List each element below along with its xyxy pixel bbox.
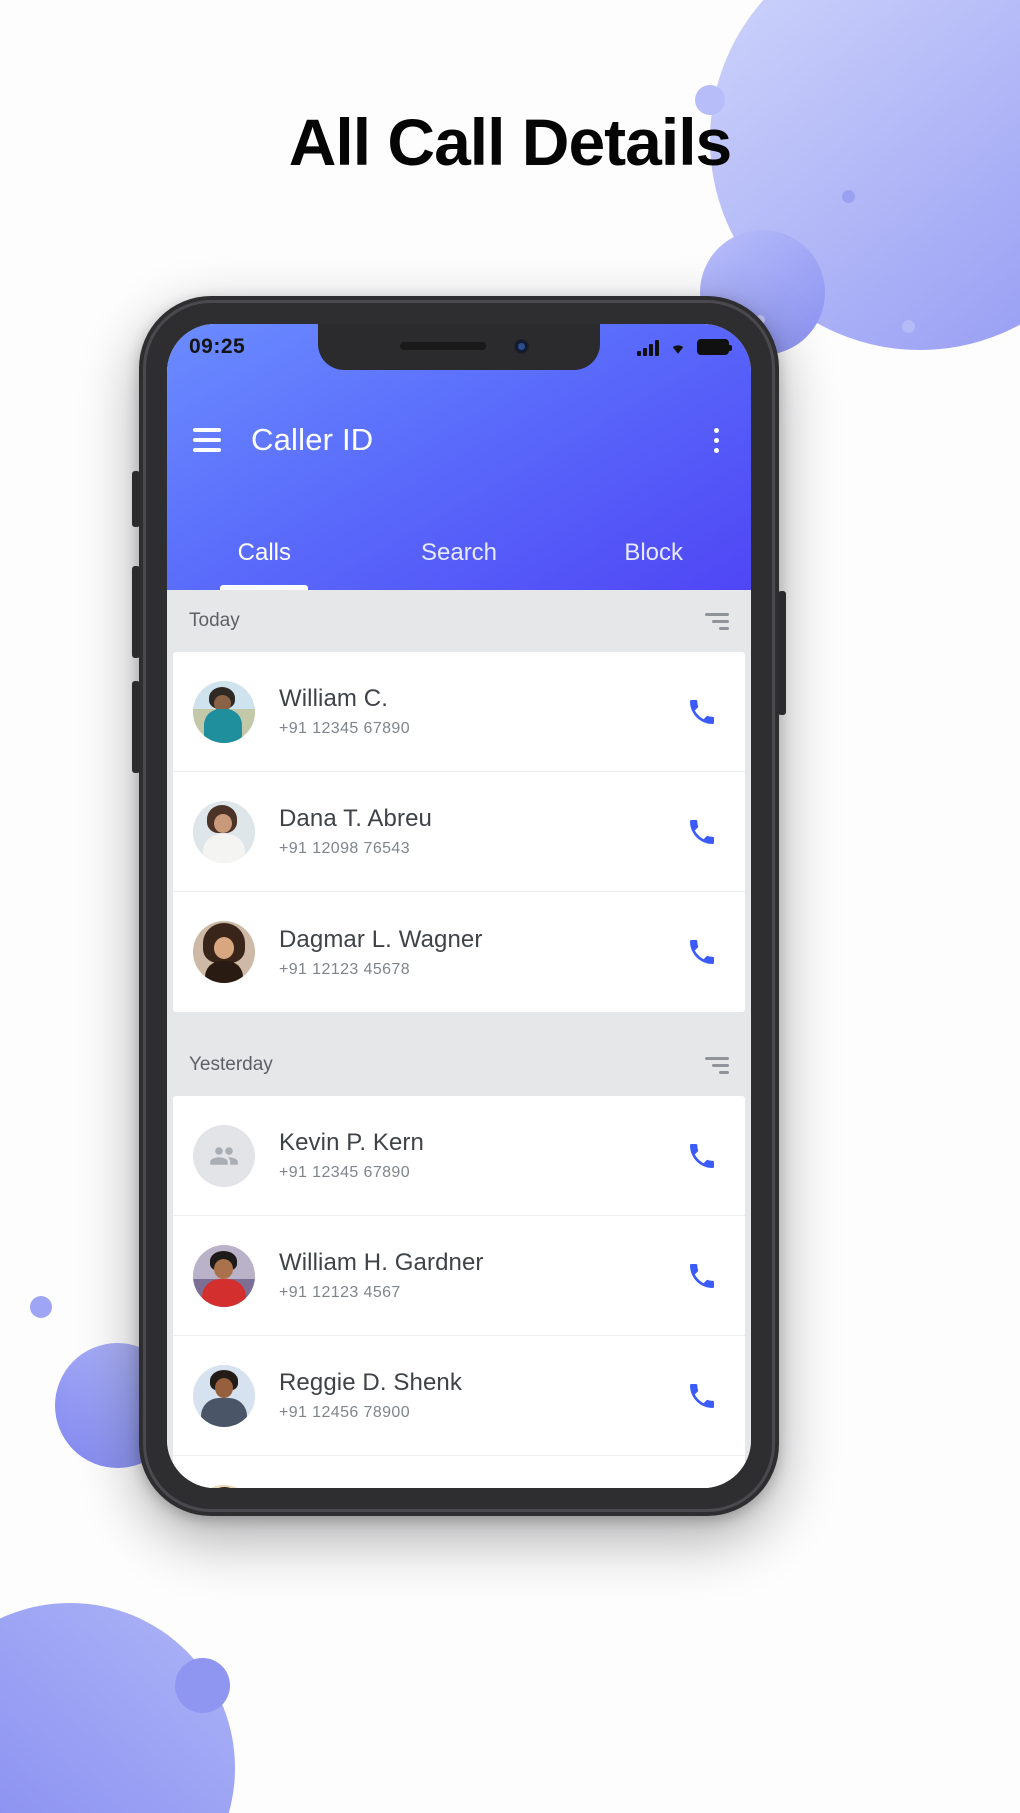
- avatar: [193, 1244, 255, 1307]
- tab-search[interactable]: Search: [362, 516, 557, 590]
- hamburger-menu-icon[interactable]: [193, 428, 221, 452]
- contact-phone: +91 12123 45678: [279, 960, 411, 978]
- tab-bar: Calls Search Block: [167, 516, 751, 590]
- phone-notch: [318, 324, 600, 370]
- phone-volume-up-button: [132, 566, 140, 658]
- decorative-dot-5: [30, 1296, 52, 1318]
- contact-phone: +91 12098 76543: [279, 840, 411, 857]
- table-row[interactable]: Dana T. Abreu +91 12098 76543: [173, 772, 745, 892]
- status-icons: [637, 339, 732, 356]
- contact-name: Kevin P. Kern: [279, 1129, 424, 1156]
- decorative-dot-3: [902, 320, 915, 333]
- contact-meta: William H. Gardner +91 12123 4567: [279, 1249, 679, 1302]
- page-root: All Call Details 09:25 Caller ID Calls S…: [0, 0, 1020, 1813]
- contact-meta: Dana T. Abreu +91 12098 76543: [279, 805, 679, 858]
- app-bar-main: Caller ID: [167, 398, 751, 482]
- sort-filter-icon[interactable]: [705, 1056, 729, 1074]
- contact-phone: +91 12123 4567: [279, 1284, 401, 1301]
- phone-call-icon[interactable]: [679, 1133, 725, 1179]
- avatar: [193, 921, 255, 983]
- wifi-icon: [672, 345, 684, 354]
- contact-card-yesterday: Kevin P. Kern +91 12345 67890 William H.…: [173, 1096, 745, 1488]
- contact-meta: Kevin P. Kern +91 12345 67890: [279, 1129, 679, 1182]
- signal-bars-icon: [637, 339, 659, 356]
- page-title: All Call Details: [288, 105, 733, 179]
- contact-meta: Dagmar L. Wagner +91 12123 45678: [279, 926, 679, 979]
- avatar: [193, 680, 255, 743]
- phone-call-icon[interactable]: [679, 929, 725, 975]
- kebab-menu-icon[interactable]: [708, 422, 725, 459]
- contact-phone: +91 12345 67890: [279, 1164, 411, 1181]
- earpiece-speaker: [400, 342, 486, 350]
- phone-call-icon[interactable]: [679, 1373, 725, 1419]
- phone-call-icon[interactable]: [679, 1253, 725, 1299]
- avatar: [193, 1484, 255, 1488]
- section-header-yesterday: Yesterday: [167, 1034, 751, 1096]
- call-list[interactable]: Today William C. +91 12345 67890 Dana T.…: [167, 590, 751, 1488]
- contact-phone: +91 12345 67890: [279, 720, 411, 737]
- section-title: Today: [189, 610, 240, 631]
- avatar: [193, 1364, 255, 1427]
- contact-card-today: William C. +91 12345 67890 Dana T. Abreu…: [173, 652, 745, 1012]
- tab-block[interactable]: Block: [556, 516, 751, 590]
- status-clock: 09:25: [189, 335, 246, 358]
- front-camera: [514, 339, 529, 354]
- phone-call-icon[interactable]: [679, 689, 725, 735]
- table-row[interactable]: Dagmar L. Wagner +91 12123 45678: [173, 892, 745, 1012]
- table-row[interactable]: Reggie D. Shenk +91 12456 78900: [173, 1336, 745, 1456]
- phone-mockup: 09:25 Caller ID Calls Search Block Today…: [132, 296, 786, 1516]
- phone-side-button: [132, 471, 140, 527]
- phone-power-button: [778, 591, 786, 715]
- contact-name: Dagmar L. Wagner: [279, 925, 483, 953]
- table-row[interactable]: William C. +91 12345 67890: [173, 652, 745, 772]
- section-title: Yesterday: [189, 1054, 273, 1075]
- app-title: Caller ID: [251, 422, 374, 457]
- table-row[interactable]: William H. Gardner +91 12123 4567: [173, 1216, 745, 1336]
- sort-filter-icon[interactable]: [705, 612, 729, 630]
- phone-volume-down-button: [132, 681, 140, 773]
- section-header-today: Today: [167, 590, 751, 652]
- contact-phone: +91 12456 78900: [279, 1404, 411, 1421]
- contact-name: Dana T. Abreu: [279, 805, 432, 832]
- decorative-dot-2: [842, 190, 855, 203]
- decorative-dot-6: [175, 1658, 230, 1713]
- contact-name: William H. Gardner: [279, 1249, 484, 1276]
- avatar: [193, 800, 255, 863]
- contact-name: Reggie D. Shenk: [279, 1369, 462, 1396]
- phone-screen: 09:25 Caller ID Calls Search Block Today…: [167, 324, 751, 1488]
- contact-meta: William C. +91 12345 67890: [279, 685, 679, 738]
- table-row[interactable]: Kevin P. Kern +91 12345 67890: [173, 1096, 745, 1216]
- contact-meta: Reggie D. Shenk +91 12456 78900: [279, 1369, 679, 1422]
- contact-placeholder-icon: [193, 1125, 255, 1187]
- battery-full-icon: [697, 339, 732, 355]
- phone-call-icon[interactable]: [679, 809, 725, 855]
- contact-name: William C.: [279, 685, 388, 712]
- table-row[interactable]: Whitney J. Williams +91 12123 4567: [173, 1456, 745, 1488]
- avatar: [193, 1124, 255, 1187]
- tab-calls[interactable]: Calls: [167, 516, 362, 590]
